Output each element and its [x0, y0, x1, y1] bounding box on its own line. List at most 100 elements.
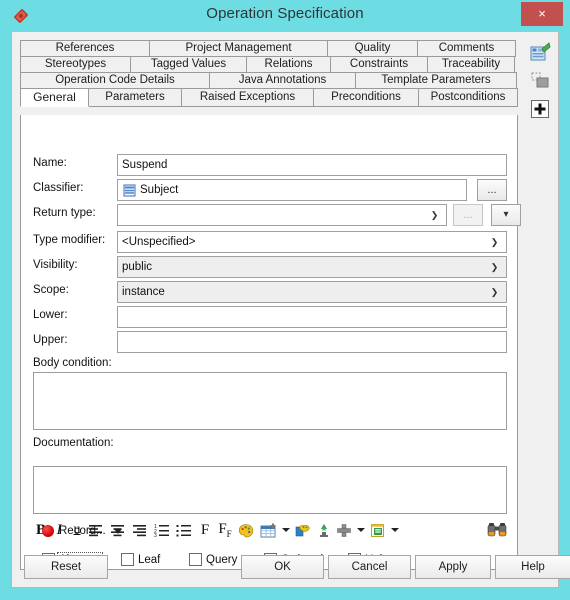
classifier-control: Subject ...	[117, 179, 507, 201]
tab-label: Quality	[354, 42, 391, 54]
related-elements-icon[interactable]	[529, 70, 551, 92]
visibility-combo[interactable]: public ❯	[117, 256, 507, 278]
tab-comments[interactable]: Comments	[417, 40, 516, 57]
classifier-browse-button[interactable]: ...	[477, 179, 507, 201]
body-condition-label: Body condition:	[33, 357, 112, 369]
insert-table-icon[interactable]	[259, 519, 279, 541]
font-icon[interactable]: F	[197, 519, 213, 541]
upper-control	[117, 331, 507, 353]
tab-quality[interactable]: Quality	[327, 40, 418, 57]
tab-constraints[interactable]: Constraints	[330, 56, 428, 73]
tab-raised-exceptions[interactable]: Raised Exceptions	[181, 88, 314, 107]
general-tab-panel: Name: Classifier:	[20, 115, 521, 570]
title-bar: Operation Specification ×	[0, 0, 570, 32]
tab-preconditions[interactable]: Preconditions	[313, 88, 419, 107]
tab-general[interactable]: General	[20, 88, 89, 107]
unordered-list-icon[interactable]	[175, 519, 193, 541]
tab-postconditions[interactable]: Postconditions	[418, 88, 518, 107]
field-row-type-modifier: Type modifier: <Unspecified> ❯	[33, 231, 507, 253]
visibility-control: public ❯	[117, 256, 507, 278]
tab-tagged-values[interactable]: Tagged Values	[130, 56, 247, 73]
text-color-icon[interactable]	[237, 519, 255, 541]
ok-button[interactable]: OK	[241, 555, 324, 579]
tab-label: Traceability	[441, 58, 501, 70]
class-block-icon	[123, 184, 136, 197]
name-input[interactable]	[117, 154, 507, 176]
apply-button[interactable]: Apply	[415, 555, 491, 579]
body-condition-textarea[interactable]	[33, 372, 507, 430]
dialog-button-bar: Reset OK Cancel Apply Help	[12, 547, 570, 587]
window-title: Operation Specification	[206, 5, 364, 22]
tab-label: Tagged Values	[150, 58, 227, 70]
field-row-upper: Upper:	[33, 331, 507, 353]
field-row-lower: Lower:	[33, 306, 507, 328]
align-right-icon[interactable]	[131, 519, 149, 541]
scope-control: instance ❯	[117, 281, 507, 303]
reset-button[interactable]: Reset	[24, 555, 108, 579]
visibility-value: public	[122, 261, 153, 273]
tab-template-parameters[interactable]: Template Parameters	[355, 72, 517, 89]
tab-label: Relations	[264, 58, 313, 70]
font-size-icon[interactable]: FF	[215, 519, 235, 541]
classifier-field[interactable]: Subject	[117, 179, 467, 201]
tab-label: Parameters	[105, 91, 165, 103]
classifier-value: Subject	[140, 184, 179, 196]
close-button[interactable]: ×	[521, 2, 563, 26]
tab-row-2: Stereotypes Tagged Values Relations Constra…	[20, 56, 518, 73]
tab-label: Template Parameters	[381, 74, 491, 86]
type-modifier-label: Type modifier:	[33, 234, 106, 246]
tab-label: References	[55, 42, 115, 54]
diagram-add-icon[interactable]	[529, 42, 551, 64]
help-button[interactable]: Help	[495, 555, 570, 579]
record-button-label: Record...	[59, 525, 106, 537]
tab-stereotypes[interactable]: Stereotypes	[20, 56, 131, 73]
svg-text:3: 3	[154, 533, 157, 537]
tab-java-annotations[interactable]: Java Annotations	[209, 72, 356, 89]
insert-element-dropdown[interactable]	[357, 519, 365, 541]
chevron-down-icon: ❯	[430, 210, 439, 220]
return-type-combo[interactable]: ❯	[117, 204, 447, 226]
tab-label: Constraints	[349, 58, 409, 70]
insert-document-icon[interactable]	[369, 519, 387, 541]
tab-relations[interactable]: Relations	[246, 56, 331, 73]
tab-operation-code-details[interactable]: Operation Code Details	[20, 72, 210, 89]
tab-label: Java Annotations	[238, 74, 327, 86]
lower-input[interactable]	[117, 306, 507, 328]
tab-row-4: General Parameters Raised Exceptions Precon…	[20, 88, 518, 107]
return-type-dropdown-button[interactable]: ▾	[491, 204, 521, 226]
ordered-list-icon[interactable]: 123	[153, 519, 171, 541]
tab-traceability[interactable]: Traceability	[427, 56, 515, 73]
type-modifier-combo[interactable]: <Unspecified> ❯	[117, 231, 507, 253]
insert-image-icon[interactable]	[316, 519, 332, 541]
dialog-client-area: References Project Management Quality Comme…	[11, 32, 570, 588]
tab-label: Postconditions	[430, 91, 506, 103]
cancel-button[interactable]: Cancel	[328, 555, 411, 579]
lower-label: Lower:	[33, 309, 68, 321]
tab-label: Preconditions	[331, 91, 401, 103]
find-binoculars-icon[interactable]	[486, 519, 508, 541]
background-color-icon[interactable]	[294, 519, 312, 541]
insert-element-icon[interactable]	[335, 519, 353, 541]
visibility-label: Visibility:	[33, 259, 78, 271]
field-row-name: Name:	[33, 154, 507, 176]
record-button[interactable]: Record...	[42, 522, 122, 540]
main-panel: References Project Management Quality Comme…	[12, 32, 526, 587]
tab-label: Project Management	[185, 42, 292, 54]
tab-project-management[interactable]: Project Management	[149, 40, 328, 57]
insert-table-dropdown[interactable]	[282, 519, 290, 541]
tab-parameters[interactable]: Parameters	[88, 88, 182, 107]
field-row-visibility: Visibility: public ❯	[33, 256, 507, 278]
documentation-textarea[interactable]	[33, 466, 507, 514]
insert-document-dropdown[interactable]	[391, 519, 399, 541]
upper-input[interactable]	[117, 331, 507, 353]
chevron-down-icon: ❯	[490, 262, 499, 272]
field-row-return-type: Return type: ❯ ... ▾	[33, 204, 521, 226]
expand-plus-icon[interactable]	[529, 98, 551, 120]
tab-strip: References Project Management Quality Comme…	[20, 40, 518, 107]
tab-label: Comments	[438, 42, 495, 54]
return-type-browse-button[interactable]: ...	[453, 204, 483, 226]
tab-references[interactable]: References	[20, 40, 150, 57]
tab-label: Raised Exceptions	[199, 91, 296, 103]
return-type-label: Return type:	[33, 207, 96, 219]
scope-combo[interactable]: instance ❯	[117, 281, 507, 303]
